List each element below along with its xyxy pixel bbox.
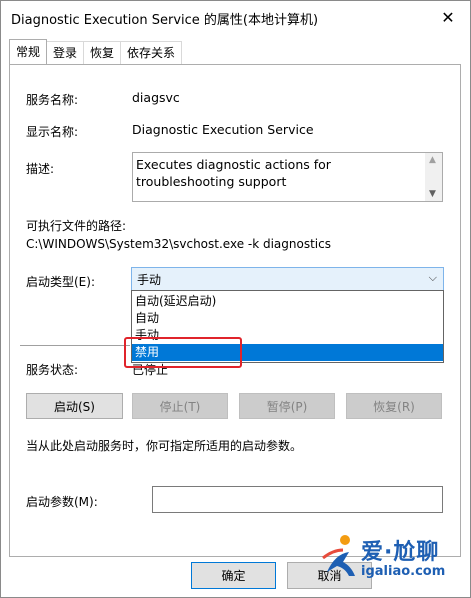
tab-general[interactable]: 常规 <box>9 39 48 64</box>
service-name-value: diagsvc <box>132 90 180 105</box>
pause-button[interactable]: 暂停(P) <box>239 393 335 419</box>
status-label: 服务状态: <box>26 363 79 377</box>
runner-logo-icon <box>322 535 355 576</box>
chevron-down-icon[interactable]: ⌵ <box>429 271 437 285</box>
close-icon[interactable]: ✕ <box>426 1 470 33</box>
tab-dependencies[interactable]: 依存关系 <box>120 41 183 64</box>
option-auto-delayed[interactable]: 自动(延迟启动) <box>132 293 443 310</box>
tab-logon[interactable]: 登录 <box>46 41 85 64</box>
tab-strip: 常规 登录 恢复 依存关系 <box>9 39 183 65</box>
window-title: Diagnostic Execution Service 的属性(本地计算机) <box>11 13 319 28</box>
service-name-label: 服务名称: <box>26 93 79 107</box>
startup-type-label: 启动类型(E): <box>26 275 95 289</box>
description-box[interactable]: Executes diagnostic actions for troubles… <box>132 152 443 202</box>
description-label: 描述: <box>26 162 55 176</box>
highlight-annotation <box>124 337 242 368</box>
ok-button[interactable]: 确定 <box>191 562 276 589</box>
title-bar: Diagnostic Execution Service 的属性(本地计算机) … <box>1 1 470 33</box>
scroll-up-icon[interactable]: ▲ <box>429 155 436 165</box>
path-value: C:\WINDOWS\System32\svchost.exe -k diagn… <box>26 237 331 251</box>
general-panel: 服务名称: diagsvc 显示名称: Diagnostic Execution… <box>9 64 461 557</box>
description-text: Executes diagnostic actions for troubles… <box>136 157 331 189</box>
section-divider <box>20 345 130 346</box>
option-auto[interactable]: 自动 <box>132 310 443 327</box>
display-name-label: 显示名称: <box>26 125 79 139</box>
params-input[interactable] <box>152 486 443 513</box>
path-label: 可执行文件的路径: <box>26 219 127 233</box>
start-params-hint: 当从此处启动服务时，你可指定所适用的启动参数。 <box>26 439 303 453</box>
description-scrollbar[interactable]: ▲ ▼ <box>425 153 442 201</box>
watermark-url: igaliao.com <box>361 564 446 579</box>
resume-button[interactable]: 恢复(R) <box>346 393 442 419</box>
params-label: 启动参数(M): <box>26 495 98 509</box>
properties-window: Diagnostic Execution Service 的属性(本地计算机) … <box>0 0 471 598</box>
startup-type-combo[interactable]: 手动 ⌵ <box>131 267 444 291</box>
scroll-down-icon[interactable]: ▼ <box>429 189 436 199</box>
display-name-value: Diagnostic Execution Service <box>132 122 314 137</box>
watermark: 爱·尬聊 igaliao.com <box>319 530 469 590</box>
start-button[interactable]: 启动(S) <box>26 393 123 419</box>
watermark-brand: 爱·尬聊 <box>361 540 440 565</box>
tab-recovery[interactable]: 恢复 <box>83 41 122 64</box>
startup-type-value: 手动 <box>137 273 162 287</box>
stop-button[interactable]: 停止(T) <box>132 393 228 419</box>
